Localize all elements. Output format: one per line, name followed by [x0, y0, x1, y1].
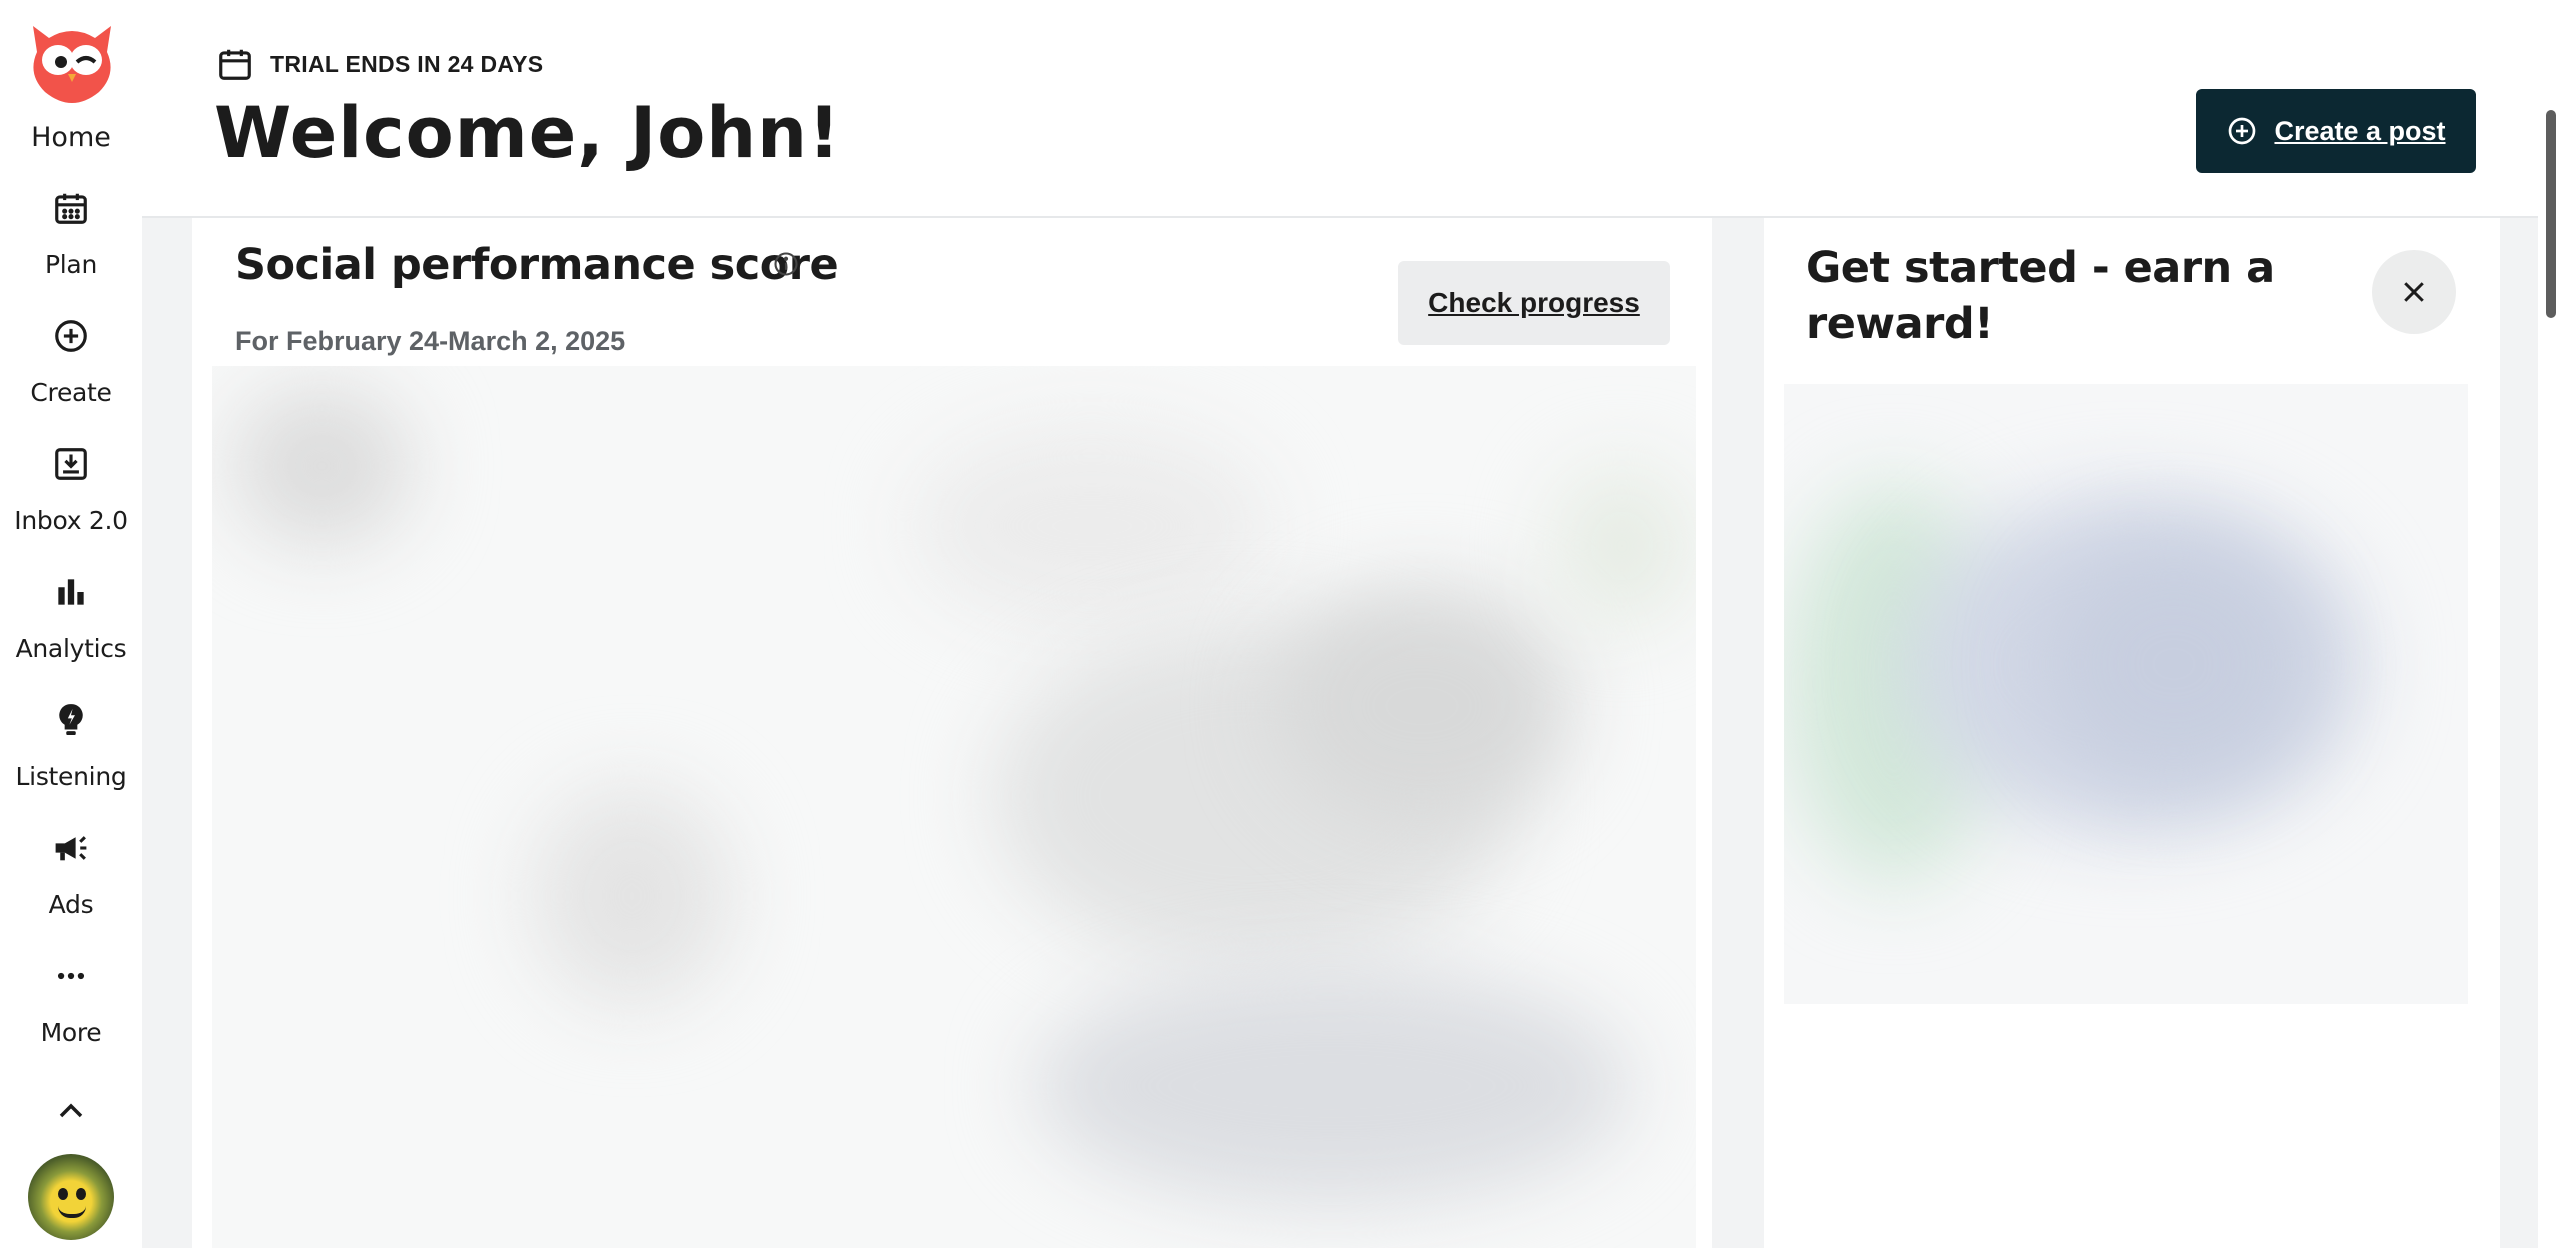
sidebar-item-ads[interactable]: Ads	[0, 826, 142, 936]
sidebar-item-create[interactable]: Create	[0, 314, 142, 424]
sidebar-item-label: Analytics	[15, 634, 127, 663]
blurred-score-placeholder	[212, 366, 1696, 1248]
page-scrollbar[interactable]	[2538, 0, 2560, 1248]
main-content: Social performance score For February 24…	[142, 218, 2538, 1248]
page-header: TRIAL ENDS IN 24 DAYS Welcome, John! Cre…	[142, 0, 2538, 218]
blurred-reward-placeholder	[1784, 384, 2468, 1004]
sidebar-item-listening[interactable]: Listening	[0, 698, 142, 808]
check-progress-label: Check progress	[1428, 287, 1640, 318]
chevron-up-icon[interactable]	[51, 1096, 91, 1126]
check-progress-button[interactable]: Check progress	[1398, 261, 1670, 345]
sidebar-item-home[interactable]: Home	[0, 122, 142, 153]
trial-banner: TRIAL ENDS IN 24 DAYS	[216, 44, 543, 84]
sidebar-item-plan[interactable]: Plan	[0, 186, 142, 296]
lightbulb-icon	[49, 698, 93, 742]
sidebar-item-label: Ads	[48, 890, 94, 919]
reward-card-title: Get started - earn a reward!	[1806, 243, 2275, 349]
create-post-label: Create a post	[2274, 115, 2446, 146]
more-dots-icon	[49, 954, 93, 998]
page-title: Welcome, John!	[214, 92, 841, 174]
sidebar-item-label: Inbox 2.0	[14, 506, 128, 535]
sidebar-item-analytics[interactable]: Analytics	[0, 570, 142, 680]
sidebar-item-more[interactable]: More	[0, 954, 142, 1064]
inbox-icon	[49, 442, 93, 486]
social-score-card: Social performance score For February 24…	[192, 218, 1712, 1248]
sidebar-item-label: Plan	[45, 250, 97, 279]
trial-text: TRIAL ENDS IN 24 DAYS	[270, 50, 544, 77]
calendar-icon	[219, 49, 251, 80]
bar-chart-icon	[49, 570, 93, 614]
plus-circle-icon	[2229, 117, 2256, 145]
sidebar-item-label: Listening	[15, 762, 127, 791]
create-post-button[interactable]: Create a post	[2196, 89, 2476, 173]
owl-logo-icon[interactable]	[25, 18, 119, 108]
sidebar-item-label: Create	[30, 378, 112, 407]
sidebar-item-label: More	[40, 1018, 102, 1047]
close-button[interactable]	[2372, 250, 2456, 334]
score-date-range: For February 24-March 2, 2025	[235, 326, 626, 356]
calendar-icon	[49, 186, 93, 230]
scrollbar-thumb[interactable]	[2546, 110, 2556, 318]
sidebar-item-inbox[interactable]: Inbox 2.0	[0, 442, 142, 552]
get-started-card: Get started - earn a reward!	[1764, 218, 2500, 1248]
info-icon[interactable]	[772, 250, 800, 278]
sidebar: Home Plan Create Inbox 2.0 Analytics Lis…	[0, 0, 142, 1248]
megaphone-icon	[49, 826, 93, 870]
close-icon	[2404, 282, 2424, 302]
score-card-title: Social performance score	[235, 240, 839, 290]
plus-circle-icon	[49, 314, 93, 358]
avatar[interactable]	[28, 1154, 114, 1240]
